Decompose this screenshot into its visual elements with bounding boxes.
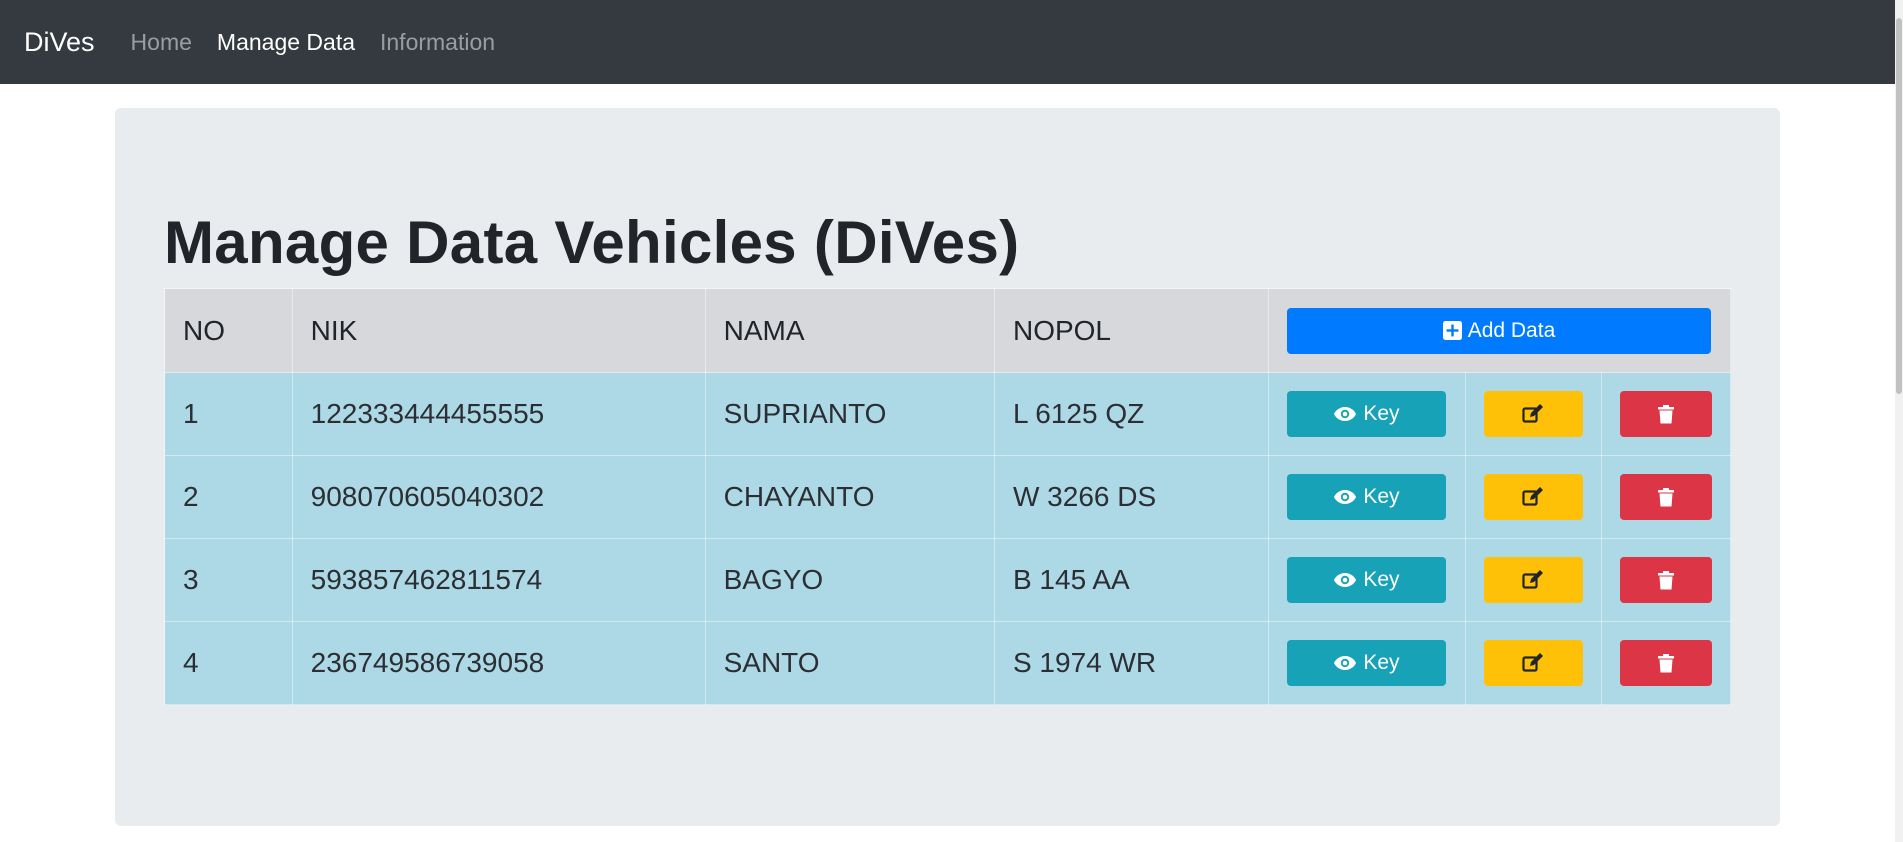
page-scrollbar[interactable] bbox=[1895, 0, 1903, 842]
delete-button[interactable] bbox=[1620, 557, 1712, 603]
table-header-row: NO NIK NAMA NOPOL Add Data bbox=[164, 288, 1732, 373]
edit-button[interactable] bbox=[1483, 557, 1583, 603]
trash-icon bbox=[1658, 487, 1674, 507]
cell-nama: SANTO bbox=[704, 621, 995, 705]
cell-no: 3 bbox=[164, 538, 293, 622]
header-no: NO bbox=[164, 288, 293, 373]
key-button[interactable]: Key bbox=[1286, 391, 1446, 437]
cell-delete bbox=[1601, 538, 1731, 622]
edit-icon bbox=[1522, 653, 1544, 673]
jumbotron: Manage Data Vehicles (DiVes) NO NIK NAMA… bbox=[115, 108, 1780, 826]
trash-icon bbox=[1658, 404, 1674, 424]
cell-no: 2 bbox=[164, 455, 293, 539]
trash-icon bbox=[1658, 570, 1674, 590]
add-data-button[interactable]: Add Data bbox=[1286, 307, 1711, 354]
eye-icon bbox=[1333, 572, 1357, 588]
key-button[interactable]: Key bbox=[1286, 640, 1446, 686]
eye-icon bbox=[1333, 406, 1357, 422]
table-row: 4 236749586739058 SANTO S 1974 WR Key bbox=[164, 621, 1731, 705]
cell-nama: SUPRIANTO bbox=[704, 372, 995, 456]
cell-edit bbox=[1464, 455, 1603, 539]
edit-icon bbox=[1522, 570, 1544, 590]
key-label: Key bbox=[1363, 402, 1400, 425]
vehicles-table: NO NIK NAMA NOPOL Add Data 1 12233344445… bbox=[164, 288, 1732, 705]
key-label: Key bbox=[1363, 568, 1400, 591]
cell-nik: 593857462811574 bbox=[291, 538, 706, 622]
cell-delete bbox=[1601, 372, 1731, 456]
cell-nopol: B 145 AA bbox=[993, 538, 1269, 622]
cell-nik: 236749586739058 bbox=[291, 621, 706, 705]
cell-delete bbox=[1601, 455, 1731, 539]
edit-icon bbox=[1522, 487, 1544, 507]
header-nopol: NOPOL bbox=[993, 288, 1269, 373]
cell-nopol: W 3266 DS bbox=[993, 455, 1269, 539]
cell-nik: 122333444455555 bbox=[291, 372, 706, 456]
cell-nama: BAGYO bbox=[704, 538, 995, 622]
cell-edit bbox=[1464, 372, 1603, 456]
key-label: Key bbox=[1363, 485, 1400, 508]
cell-key: Key bbox=[1267, 455, 1466, 539]
page-title: Manage Data Vehicles (DiVes) bbox=[164, 209, 1020, 276]
edit-button[interactable] bbox=[1483, 391, 1583, 437]
key-label: Key bbox=[1363, 651, 1400, 674]
nav-link-manage-data[interactable]: Manage Data bbox=[217, 29, 355, 56]
cell-delete bbox=[1601, 621, 1731, 705]
key-button[interactable]: Key bbox=[1286, 557, 1446, 603]
cell-edit bbox=[1464, 621, 1603, 705]
navbar: DiVes Home Manage Data Information bbox=[0, 0, 1895, 84]
cell-edit bbox=[1464, 538, 1603, 622]
table-row: 2 908070605040302 CHAYANTO W 3266 DS Key bbox=[164, 455, 1731, 539]
edit-icon bbox=[1522, 404, 1544, 424]
header-nama: NAMA bbox=[704, 288, 995, 373]
plus-square-icon bbox=[1442, 321, 1462, 340]
cell-nopol: L 6125 QZ bbox=[993, 372, 1269, 456]
delete-button[interactable] bbox=[1620, 391, 1712, 437]
cell-nopol: S 1974 WR bbox=[993, 621, 1269, 705]
add-data-label: Add Data bbox=[1467, 318, 1556, 342]
delete-button[interactable] bbox=[1620, 474, 1712, 520]
delete-button[interactable] bbox=[1620, 640, 1712, 686]
navbar-brand[interactable]: DiVes bbox=[24, 27, 95, 58]
edit-button[interactable] bbox=[1483, 640, 1583, 686]
key-button[interactable]: Key bbox=[1286, 474, 1446, 520]
trash-icon bbox=[1658, 653, 1674, 673]
header-nik: NIK bbox=[291, 288, 706, 373]
table-row: 3 593857462811574 BAGYO B 145 AA Key bbox=[164, 538, 1731, 622]
eye-icon bbox=[1333, 655, 1357, 671]
edit-button[interactable] bbox=[1483, 474, 1583, 520]
table-row: 1 122333444455555 SUPRIANTO L 6125 QZ Ke… bbox=[164, 372, 1731, 456]
scrollbar-thumb[interactable] bbox=[1896, 18, 1902, 394]
cell-key: Key bbox=[1267, 372, 1466, 456]
nav-link-information[interactable]: Information bbox=[380, 29, 495, 56]
cell-no: 1 bbox=[164, 372, 293, 456]
cell-key: Key bbox=[1267, 621, 1466, 705]
header-actions: Add Data bbox=[1267, 288, 1732, 373]
eye-icon bbox=[1333, 489, 1357, 505]
nav-link-home[interactable]: Home bbox=[131, 29, 192, 56]
cell-key: Key bbox=[1267, 538, 1466, 622]
cell-no: 4 bbox=[164, 621, 293, 705]
cell-nik: 908070605040302 bbox=[291, 455, 706, 539]
cell-nama: CHAYANTO bbox=[704, 455, 995, 539]
